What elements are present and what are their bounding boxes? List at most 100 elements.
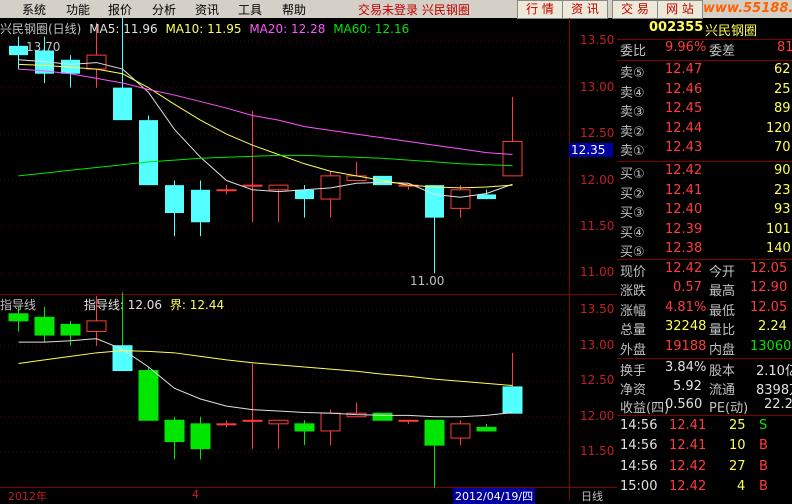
menu-analysis[interactable]: 分析 (152, 1, 176, 18)
stock-code: 002355 (649, 20, 704, 35)
stat2-value: 8398万 (756, 382, 792, 398)
tick-time: 14:56 (620, 458, 658, 474)
ma60-line (18, 154, 513, 177)
candle-body (191, 189, 210, 223)
bid-row: 买③ 12.40 93 (617, 202, 792, 221)
tick-time: 14:56 (620, 418, 658, 433)
tick-side: B (759, 438, 768, 454)
stat-value: 19188 (665, 338, 707, 354)
time-axis-year: 2012年 (8, 490, 47, 503)
tick-price: 12.41 (669, 418, 707, 433)
legend-stock-name: 兴民钢圈(日线) (0, 22, 82, 36)
sub-candle-body (216, 423, 237, 426)
main-axis-tick: 11.00 (580, 265, 615, 280)
bid-label: 买④ (620, 225, 645, 241)
stat-value: 13060 (750, 338, 792, 354)
ask-row: 卖④ 12.46 25 (617, 82, 792, 101)
kline-chart[interactable] (0, 18, 617, 501)
stat2-label: 流通 (709, 382, 736, 398)
stat-row: 现价 12.42 今开 12.05 (617, 261, 792, 280)
bound-line (18, 350, 513, 386)
bid-price: 12.42 (665, 163, 703, 178)
weicha-value: 81 (777, 40, 792, 55)
tick-row: 14:56 12.41 10 B (617, 438, 792, 457)
menu-info[interactable]: 资讯 (195, 1, 219, 18)
quote-panel: 002355 兴民钢圈 委比 9.96% 委差 81 卖⑤ 12.47 62 卖④ 12… (617, 19, 792, 501)
stat-row: 涨幅 4.81% 最低 12.05 (617, 300, 792, 319)
sub-indicator-name[interactable]: 指导线 (0, 298, 36, 312)
stat-label: 现价 (620, 265, 647, 280)
bid-label: 买⑤ (620, 245, 645, 261)
menu-help[interactable]: 帮助 (282, 1, 306, 18)
legend-ma20: MA20: 12.28 (249, 22, 326, 36)
tab-quote[interactable]: 行 情 (517, 0, 563, 19)
bid-label: 买① (620, 167, 645, 182)
tick-volume: 4 (737, 478, 746, 494)
stat2-value: 0.560 (665, 397, 703, 413)
period-label[interactable]: 日线 (581, 488, 603, 504)
ask-label: 卖② (620, 124, 645, 140)
bid-price: 12.39 (665, 221, 703, 237)
bid-volume: 101 (766, 221, 791, 237)
candle-body (113, 87, 132, 121)
tab-website[interactable]: 网 站 (657, 0, 703, 19)
tick-row: 14:56 12.41 25 S (617, 418, 792, 437)
sub-candle-body (424, 419, 445, 446)
stat2-value: 2.10亿 (756, 364, 792, 379)
stat2-label: 股本 (709, 364, 736, 379)
bid-volume: 23 (774, 182, 791, 198)
candle-body (477, 194, 496, 200)
bid-volume: 90 (774, 163, 791, 178)
time-axis-month: 4 (192, 488, 199, 501)
sub-candle-body (242, 419, 263, 422)
stat-label: 最低 (709, 303, 736, 319)
stat2-row: 收益(四) 0.560 PE(动) 22.2 (617, 397, 792, 416)
menu-tools[interactable]: 工具 (238, 1, 262, 18)
candle-body (268, 184, 289, 191)
stat-label: 涨幅 (620, 303, 647, 319)
tab-trade[interactable]: 交 易 (612, 0, 658, 19)
bid-volume: 140 (766, 241, 791, 257)
quote-header: 002355 兴民钢圈 (617, 19, 792, 40)
menu-quote[interactable]: 报价 (108, 1, 132, 18)
candle-body (242, 184, 263, 187)
ask-volume: 25 (774, 81, 791, 97)
stat-row: 外盘 19188 内盘 13060 (617, 339, 792, 358)
current-price-marker: 12.35 (569, 143, 613, 157)
bid-label: 买③ (620, 206, 645, 222)
sub-line1: 指导线: 12.06 (83, 298, 163, 312)
sub-candle-body (190, 423, 211, 450)
tab-info[interactable]: 资 讯 (562, 0, 608, 19)
ask-volume: 89 (774, 101, 791, 117)
tick-price: 12.41 (669, 438, 707, 454)
sub-candle-body (502, 386, 523, 414)
ma20-line (18, 68, 513, 155)
stat2-value: 5.92 (673, 378, 702, 394)
sub-candle-body (320, 412, 341, 432)
bid-price: 12.38 (665, 241, 703, 257)
sub-candle-body (86, 320, 107, 333)
stat-value: 4.81% (665, 299, 707, 315)
cursor-date: 2012/04/19/四 (453, 488, 536, 504)
bid-label: 买② (620, 186, 645, 202)
ask-row: 卖⑤ 12.47 62 (617, 62, 792, 81)
candle-body (502, 141, 523, 177)
stat-value: 12.42 (665, 261, 703, 276)
legend-ma60: MA60: 12.16 (333, 22, 410, 36)
stat-value: 0.57 (673, 280, 702, 296)
stat2-label: 净资 (620, 382, 647, 398)
tick-volume: 10 (729, 438, 746, 454)
stat-row: 总量 32248 量比 2.24 (617, 319, 792, 338)
sub-legend: 指导线 指导线: 12.06 界: 12.44 (0, 296, 224, 313)
menu-system[interactable]: 系统 (22, 1, 46, 18)
legend-ma5: MA5: 11.96 (89, 22, 158, 36)
tick-time: 15:00 (620, 478, 658, 494)
main-axis-tick: 11.50 (580, 218, 615, 233)
sub-axis-tick: 12.00 (580, 408, 615, 423)
stat2-row: 净资 5.92 流通 8398万 (617, 379, 792, 398)
ma5-line (18, 59, 513, 198)
menu-function[interactable]: 功能 (66, 1, 90, 18)
sub-candle-body (450, 423, 471, 439)
time-axis: 2012年 4 2012/04/19/四 日线 (0, 488, 617, 504)
bid-volume: 93 (774, 202, 791, 218)
